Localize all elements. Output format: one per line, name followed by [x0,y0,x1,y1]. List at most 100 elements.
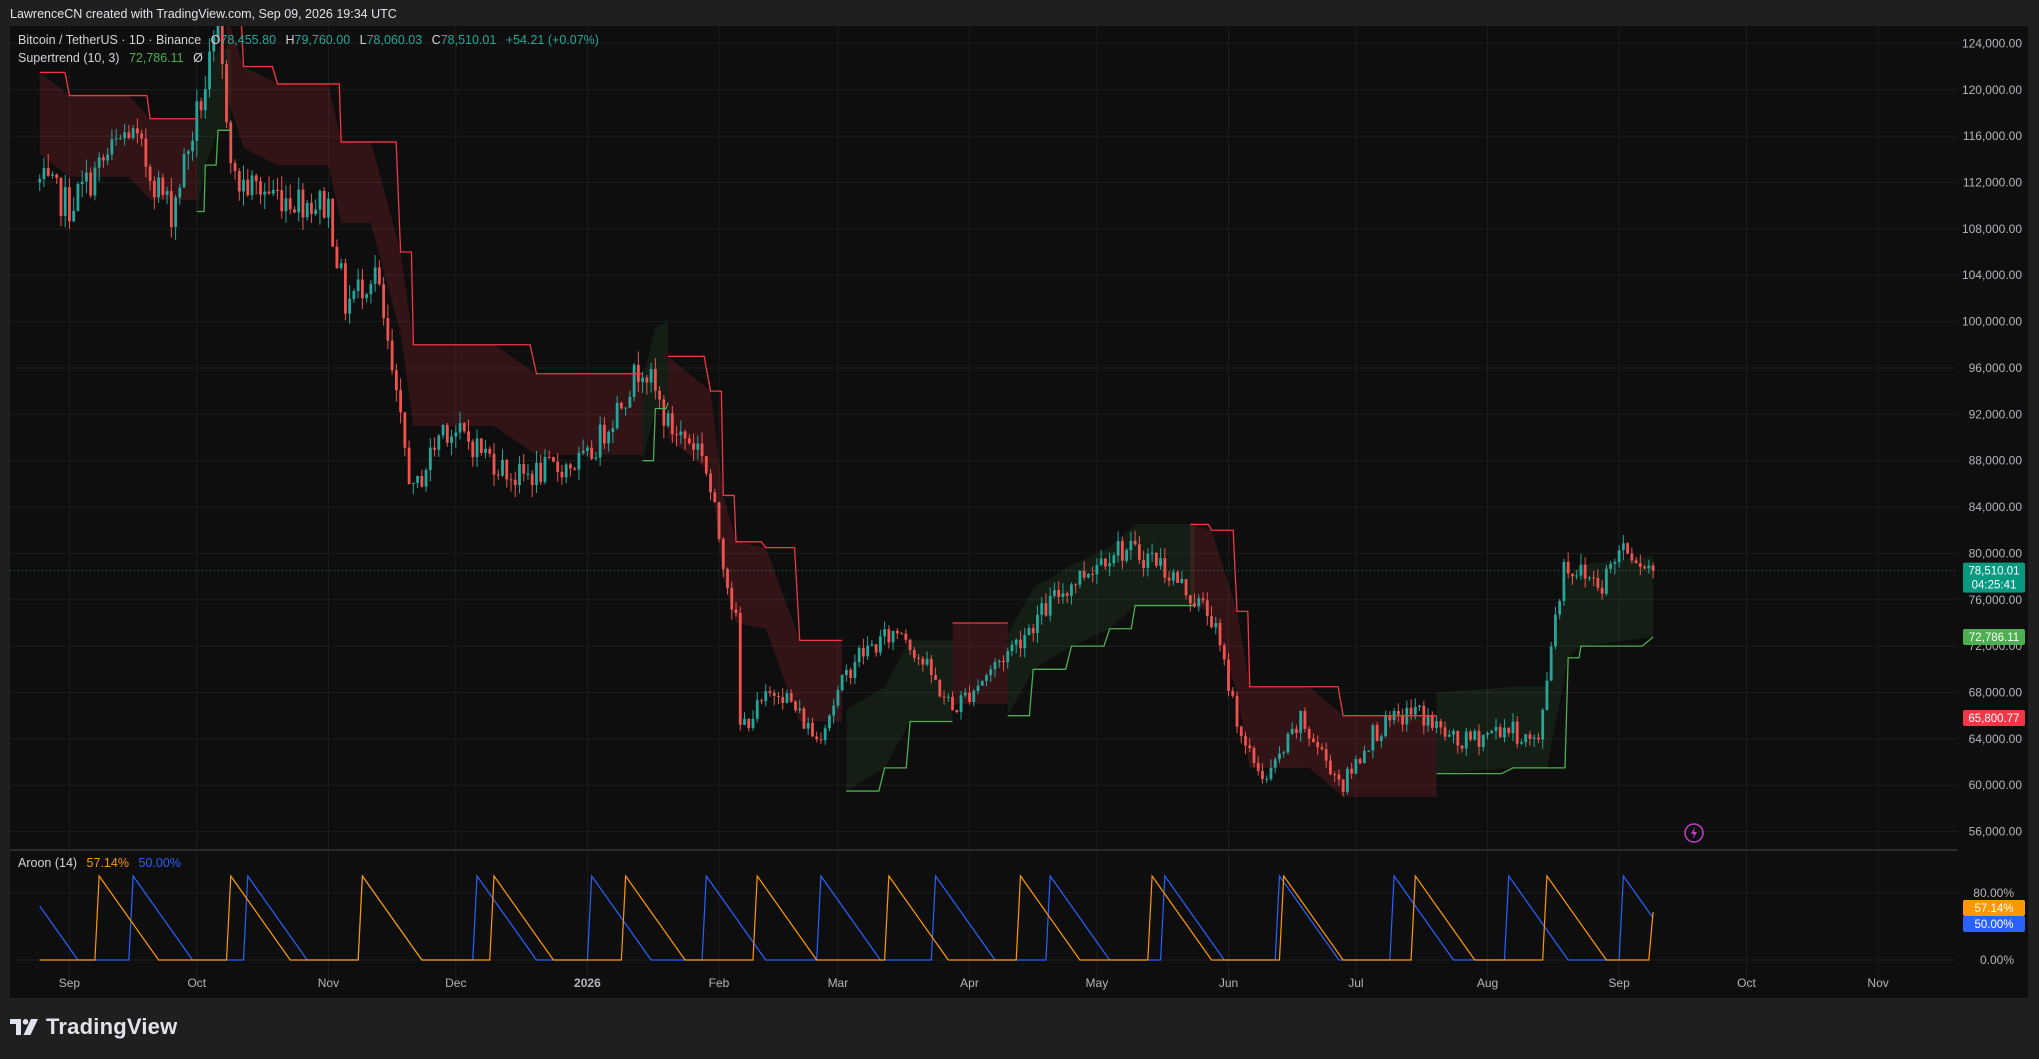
candle-body [1617,550,1621,563]
aroon-label[interactable]: Aroon (14) [18,856,77,870]
candle-body [1180,579,1184,583]
candle-body [496,474,500,476]
candle-body [271,189,275,194]
lightning-icon-glyph [1691,827,1697,839]
candle-body [1027,628,1031,636]
candle-body [437,435,441,450]
time-tick-label: Sep [1608,976,1630,990]
candle-body [1205,600,1209,617]
candle-body [853,662,857,678]
candle-body [1583,564,1587,579]
candle-body [68,187,71,222]
candle-body [38,178,42,183]
candle-body [1647,565,1651,569]
candle-body [327,198,330,218]
candle-body [1023,635,1027,649]
candle-body [959,695,963,713]
chart[interactable]: 56,000.0060,000.0064,000.0068,000.0072,0… [10,26,2028,998]
candle-body [1528,734,1532,739]
candle-body [118,138,122,140]
candle-body [458,423,462,433]
candle-body [751,718,755,728]
candle-body [93,167,97,196]
candle-body [352,291,356,299]
candle-body [611,428,615,432]
candle-body [377,267,381,285]
candle-body [594,457,598,459]
candle-body [1137,544,1141,561]
candle-body [1010,644,1014,652]
candle-body [1426,715,1430,726]
supertrend-label[interactable]: Supertrend (10, 3) [18,51,119,65]
candle-body [509,479,513,481]
candle-body [203,89,207,111]
candle-body [1002,660,1005,663]
candle-body [900,633,903,635]
candle-body [55,174,59,179]
candle-body [670,413,674,435]
candle-body [1065,593,1069,596]
candle-body [1184,579,1188,596]
candle-body [373,267,377,284]
candle-body [475,438,479,458]
candle-body [696,443,700,450]
candle-body [1358,759,1362,764]
candle-body [1218,622,1222,646]
aroon-down-value: 50.00% [138,856,181,870]
candle-body [1337,774,1341,780]
candle-body [1651,565,1655,571]
candle-body [1609,564,1613,569]
candle-body [467,431,470,442]
candle-body [1146,554,1150,569]
candle-body [178,187,182,198]
supertrend-up-fill [1436,555,1654,774]
candle-body [985,675,988,681]
candle-body [114,138,118,140]
candle-body [781,696,785,703]
candle-body [1227,659,1230,691]
candle-body [165,191,169,195]
candle-body [403,412,407,448]
close-label: C [431,33,441,47]
open-value: 78,455.80 [220,33,277,47]
candle-body [331,198,335,247]
candle-body [365,294,369,299]
symbol-label[interactable]: Bitcoin / TetherUS · 1D · Binance [18,33,201,47]
candle-body [208,51,211,90]
tradingview-logo[interactable]: TradingView [10,1014,177,1040]
candle-body [1575,575,1579,577]
candle-body [1150,552,1154,555]
candle-body [641,377,645,382]
candle-body [335,246,339,268]
candle-body [726,569,729,589]
candle-body [386,318,390,341]
time-tick-label: Jun [1219,976,1238,990]
candle-body [310,202,313,214]
candle-body [1167,577,1171,581]
candle-body [976,685,980,691]
time-tick-label: 2026 [574,976,601,990]
candle-body [709,473,712,493]
candle-body [1036,614,1039,634]
candle-body [1554,614,1557,647]
candle-body [789,693,793,702]
time-tick-label: Dec [445,976,466,990]
candle-body [586,447,589,451]
candle-body [505,459,509,480]
candle-body [802,708,806,729]
candle-body [526,473,530,475]
candle-body [46,168,50,176]
candle-body [607,431,611,444]
candle-body [556,461,560,472]
candle-body [878,636,882,653]
candle-body [1256,762,1260,771]
candle-body [301,189,305,218]
candle-body [1549,646,1553,681]
price-tick-label: 100,000.00 [1962,315,2022,329]
candle-body [1375,725,1379,742]
aroon-up-line [39,874,1654,961]
candle-body [382,284,386,319]
candle-body [1320,747,1324,750]
candle-body [870,644,874,646]
candle-body [1290,728,1294,734]
